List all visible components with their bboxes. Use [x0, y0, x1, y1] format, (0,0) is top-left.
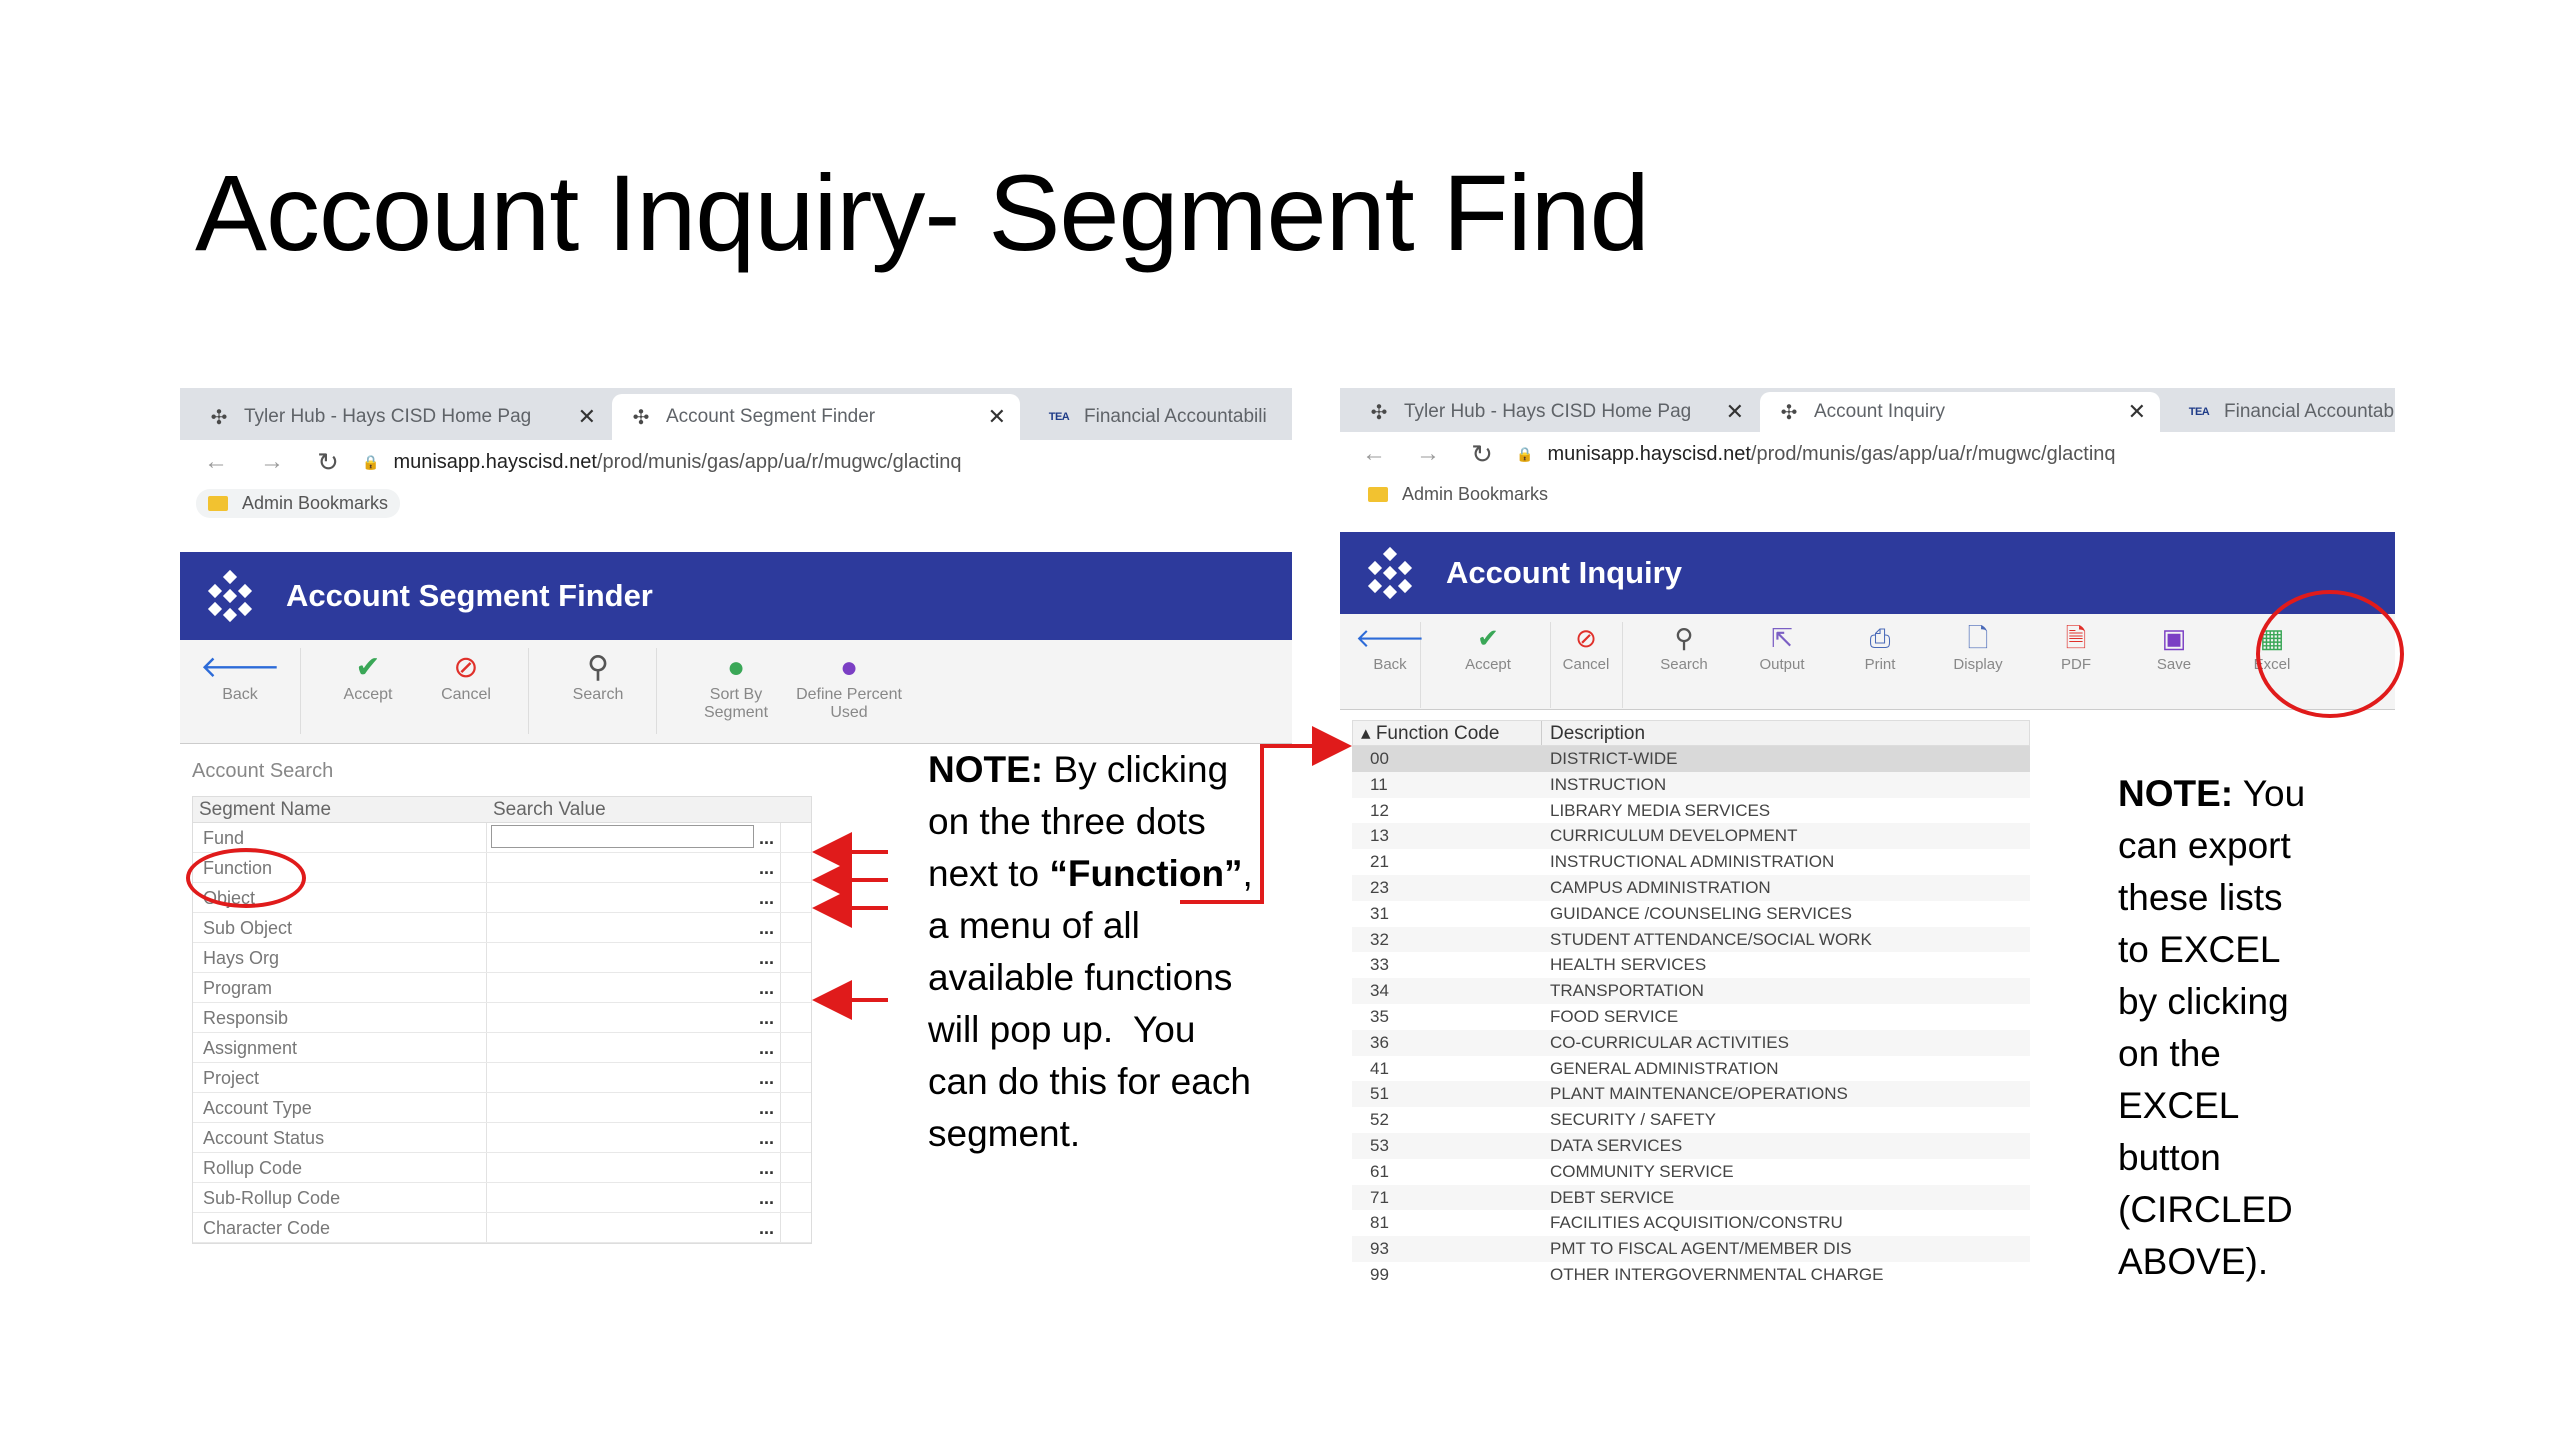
annotation-arrows	[812, 726, 1352, 1020]
slide: Account Inquiry- Segment Find ✣ Tyler Hu…	[0, 0, 2560, 1440]
arrow-to-function-list	[1180, 726, 1352, 904]
